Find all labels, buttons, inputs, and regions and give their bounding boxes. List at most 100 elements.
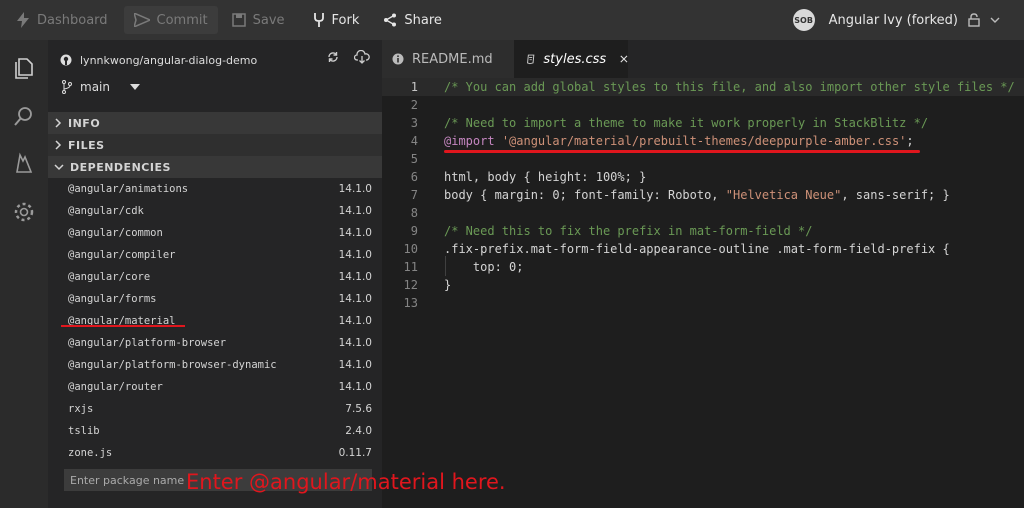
- css-file-icon: [527, 54, 535, 65]
- code-line: 1/* You can add global styles to this fi…: [382, 78, 1024, 96]
- section-info[interactable]: INFO: [48, 112, 382, 134]
- tab-readme[interactable]: README.md: [382, 40, 514, 78]
- section-dependencies[interactable]: DEPENDENCIES: [48, 156, 382, 178]
- fork-label: Fork: [331, 12, 360, 28]
- search-icon[interactable]: [12, 104, 36, 128]
- dependency-row[interactable]: rxjs 7.5.6: [48, 398, 382, 420]
- dependency-version: 14.1.0: [338, 293, 372, 305]
- dependency-name: @angular/router: [68, 381, 163, 393]
- repo-name: lynnkwong/angular-dialog-demo: [80, 53, 258, 67]
- indent-guide: [445, 256, 446, 276]
- share-button[interactable]: Share: [373, 6, 452, 34]
- save-icon: [231, 13, 246, 27]
- section-files-label: FILES: [68, 138, 105, 152]
- dependency-version: 0.11.7: [338, 447, 372, 459]
- dependency-row[interactable]: @angular/core 14.1.0: [48, 266, 382, 288]
- repo-link[interactable]: lynnkwong/angular-dialog-demo: [60, 50, 257, 70]
- project-sidebar: lynnkwong/angular-dialog-demo main INFO …: [48, 40, 382, 508]
- chevron-down-icon: [54, 164, 64, 171]
- files-icon[interactable]: [12, 56, 36, 80]
- bolt-icon: [17, 12, 29, 28]
- code-line: 9/* Need this to fix the prefix in mat-f…: [410, 224, 813, 238]
- github-icon: [60, 54, 72, 66]
- send-icon: [133, 13, 150, 27]
- dependency-row[interactable]: @angular/platform-browser 14.1.0: [48, 332, 382, 354]
- dependency-name: @angular/compiler: [68, 249, 176, 261]
- code-line: 4 @import '@angular/material/prebuilt-the…: [410, 134, 914, 148]
- dependency-row[interactable]: tslib 2.4.0: [48, 420, 382, 442]
- lock-icon: [968, 13, 980, 27]
- section-info-label: INFO: [68, 116, 101, 130]
- dependency-name: @angular/platform-browser-dynamic: [68, 359, 277, 371]
- annotation-underline-material: [61, 325, 185, 327]
- chevron-right-icon: [55, 140, 62, 150]
- sync-icon[interactable]: [326, 50, 340, 64]
- dependency-row[interactable]: @angular/common 14.1.0: [48, 222, 382, 244]
- code-line: 10 .fix-prefix.mat-form-field-appearance-…: [403, 242, 950, 256]
- dependency-version: 14.1.0: [338, 381, 372, 393]
- dependency-version: 14.1.0: [338, 315, 372, 327]
- section-dependencies-label: DEPENDENCIES: [70, 160, 171, 174]
- dependency-name: zone.js: [68, 447, 113, 459]
- annotation-underline-import: [444, 150, 920, 153]
- section-files[interactable]: FILES: [48, 134, 382, 156]
- tab-readme-label: README.md: [412, 51, 493, 67]
- dependency-name: @angular/common: [68, 227, 163, 239]
- share-icon: [384, 13, 397, 27]
- firebase-icon[interactable]: [12, 152, 36, 176]
- code-line: 12}: [403, 278, 452, 292]
- project-name: Angular Ivy (forked): [828, 12, 958, 28]
- code-line: 7 body { margin: 0; font-family: Roboto, …: [410, 188, 950, 202]
- tab-styles-label: styles.css: [543, 51, 607, 67]
- code-line: 6 html, body { height: 100%; }: [410, 170, 647, 184]
- dependency-version: 14.1.0: [338, 271, 372, 283]
- dependency-row[interactable]: @angular/router 14.1.0: [48, 376, 382, 398]
- dependency-version: 14.1.0: [338, 227, 372, 239]
- dependency-version: 7.5.6: [345, 403, 372, 415]
- dependency-name: @angular/platform-browser: [68, 337, 227, 349]
- dependency-version: 14.1.0: [338, 337, 372, 349]
- fork-icon: [313, 13, 324, 27]
- save-button[interactable]: Save: [222, 6, 295, 34]
- branch-icon: [62, 80, 72, 94]
- dependency-name: @angular/cdk: [68, 205, 144, 217]
- avatar[interactable]: SOB: [792, 9, 815, 31]
- code-editor[interactable]: 1/* You can add global styles to this fi…: [382, 78, 1024, 508]
- save-label: Save: [252, 12, 285, 28]
- fork-button[interactable]: Fork: [303, 6, 370, 34]
- branch-name: main: [80, 80, 110, 94]
- dependency-row[interactable]: @angular/animations 14.1.0: [48, 178, 382, 200]
- tab-styles[interactable]: styles.css: [514, 40, 628, 78]
- branch-selector[interactable]: main: [62, 80, 140, 94]
- code-line: 3/* Need to import a theme to make it wo…: [410, 116, 929, 130]
- code-line: 8: [410, 206, 418, 220]
- chevron-down-icon: [990, 17, 1000, 23]
- dependency-name: @angular/animations: [68, 183, 189, 195]
- gear-icon[interactable]: [12, 200, 36, 224]
- top-toolbar: Dashboard Commit Save Fork Share SOB Ang…: [0, 0, 1024, 40]
- info-icon: [392, 53, 404, 65]
- close-icon[interactable]: [620, 54, 628, 64]
- dependency-row[interactable]: @angular/platform-browser-dynamic 14.1.0: [48, 354, 382, 376]
- code-line: 11 top: 0;: [403, 260, 524, 274]
- dependency-row[interactable]: @angular/cdk 14.1.0: [48, 200, 382, 222]
- editor-tabs: README.md styles.css: [382, 40, 1024, 78]
- code-line: 2: [410, 98, 418, 112]
- commit-button[interactable]: Commit: [123, 6, 218, 34]
- dependency-name: rxjs: [68, 403, 94, 415]
- dependency-row[interactable]: zone.js 0.11.7: [48, 442, 382, 464]
- cloud-download-icon[interactable]: [354, 50, 370, 64]
- dependency-name: @angular/core: [68, 271, 151, 283]
- dashboard-label: Dashboard: [37, 12, 108, 28]
- chevron-right-icon: [55, 118, 62, 128]
- dependency-row[interactable]: @angular/compiler 14.1.0: [48, 244, 382, 266]
- project-menu[interactable]: SOB Angular Ivy (forked): [792, 0, 1000, 40]
- dependency-version: 14.1.0: [338, 249, 372, 261]
- annotation-text: Enter @angular/material here.: [186, 470, 506, 494]
- caret-down-icon: [129, 84, 140, 90]
- dependency-version: 14.1.0: [338, 359, 372, 371]
- dependency-row[interactable]: @angular/material 14.1.0: [48, 310, 382, 332]
- dependency-version: 2.4.0: [345, 425, 372, 437]
- dashboard-button[interactable]: Dashboard: [6, 6, 118, 34]
- dependency-row[interactable]: @angular/forms 14.1.0: [48, 288, 382, 310]
